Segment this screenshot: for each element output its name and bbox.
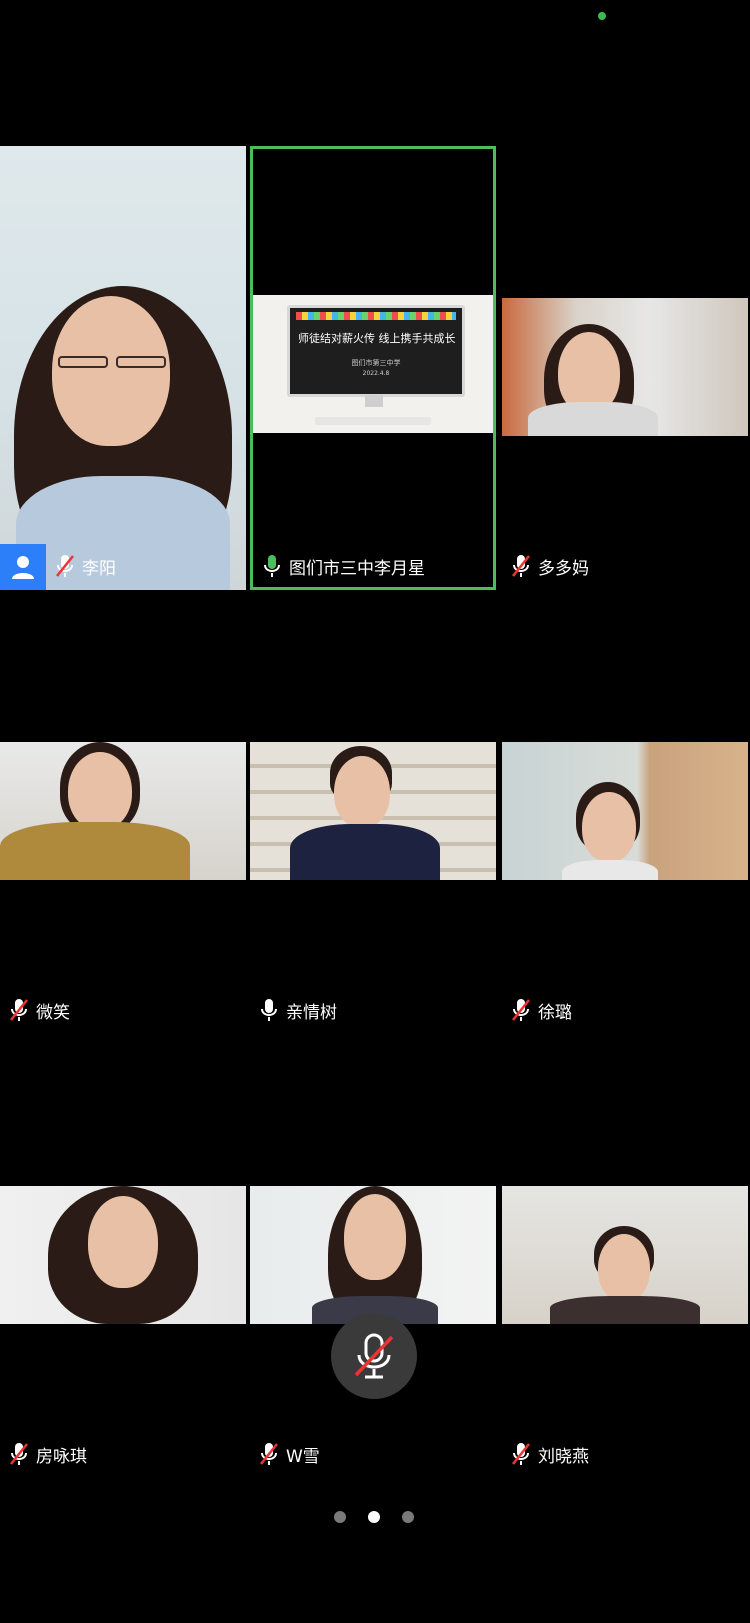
video-feed [250,1186,496,1324]
participant-tile-7[interactable]: 房咏琪 [0,1034,246,1478]
page-indicator[interactable] [334,1511,414,1523]
participant-label: 亲情树 [258,994,337,1026]
mic-muted-icon [10,999,28,1021]
participant-tile-4[interactable]: 微笑 [0,590,246,1034]
participant-label: 刘晓燕 [510,1438,589,1470]
participant-label: W雪 [258,1438,320,1470]
slide-monitor: 师徒结对薪火传 线上携手共成长 图们市第三中学 2022.4.8 [287,305,465,397]
participant-name: 徐璐 [538,1002,572,1023]
participant-tile-1[interactable]: 李阳 [0,146,246,590]
page-dot-2[interactable] [368,1511,380,1523]
participant-name: W雪 [286,1446,320,1467]
mic-muted-icon [512,999,530,1021]
mic-muted-icon [512,1443,530,1465]
participant-name: 图们市三中李月星 [289,558,425,579]
participant-tile-5[interactable]: 亲情树 [250,590,496,1034]
mic-icon [261,999,277,1021]
video-feed [250,742,496,880]
slide-date: 2022.4.8 [362,370,390,377]
participant-tile-3[interactable]: 多多妈 [502,146,748,590]
participant-label: 徐璐 [510,994,572,1026]
monitor-stand [365,395,383,407]
bunting-decoration [296,312,456,320]
mic-muted-icon [260,1443,278,1465]
participant-name: 亲情树 [286,1002,337,1023]
participant-tile-2[interactable]: 师徒结对薪火传 线上携手共成长 图们市第三中学 2022.4.8 图们市三中李月… [250,146,496,590]
participant-name: 房咏琪 [36,1446,87,1467]
participant-label: 图们市三中李月星 [261,550,425,582]
participant-tile-9[interactable]: 刘晓燕 [502,1034,748,1478]
user-icon [12,556,34,579]
keyboard-graphic [315,417,431,425]
participant-label: 李阳 [54,550,116,582]
page-dot-3[interactable] [402,1511,414,1523]
mic-muted-icon [56,555,74,577]
participant-label: 多多妈 [510,550,589,582]
slide-title: 师徒结对薪火传 线上携手共成长 [298,332,456,345]
mic-active-icon [264,555,280,577]
video-feed [0,146,246,590]
video-feed [0,1186,246,1324]
video-feed [0,742,246,880]
mic-muted-icon [10,1443,28,1465]
participant-name: 微笑 [36,1002,70,1023]
participant-name: 多多妈 [538,558,589,579]
slide-subtitle: 图们市第三中学 [351,359,401,367]
video-feed [502,742,748,880]
mic-muted-icon [512,555,530,577]
participant-tile-6[interactable]: 徐璐 [502,590,748,1034]
video-feed [502,1186,748,1324]
video-feed [502,298,748,436]
shared-screen: 师徒结对薪火传 线上携手共成长 图们市第三中学 2022.4.8 [253,295,493,433]
participant-label: 房咏琪 [8,1438,87,1470]
participant-tile-8[interactable]: W雪 [250,1034,496,1478]
mic-muted-icon [354,1333,394,1379]
page-dot-1[interactable] [334,1511,346,1523]
self-avatar [0,544,46,590]
participant-name: 李阳 [82,558,116,579]
mute-toggle-button[interactable] [331,1313,417,1399]
status-dot [598,12,606,20]
participant-name: 刘晓燕 [538,1446,589,1467]
participant-label: 微笑 [8,994,70,1026]
